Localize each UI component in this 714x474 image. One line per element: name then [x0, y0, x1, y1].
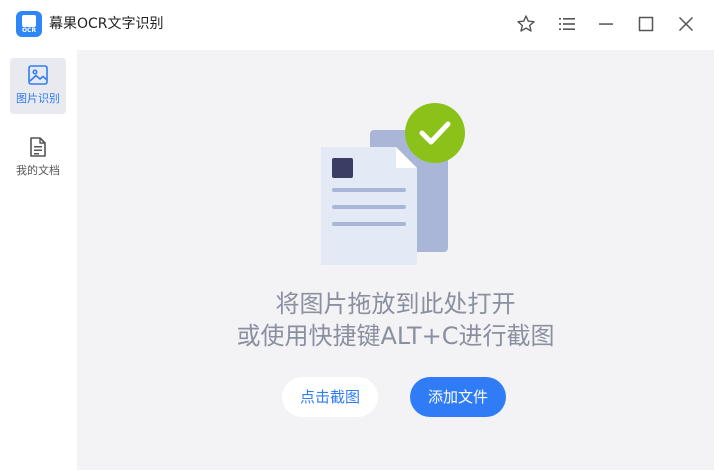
add-file-button[interactable]: 添加文件 [410, 377, 506, 417]
close-button[interactable] [674, 12, 698, 36]
capture-button[interactable]: 点击截图 [282, 377, 378, 417]
maximize-button[interactable] [634, 12, 658, 36]
sidebar-item-my-documents[interactable]: 我的文档 [10, 130, 66, 186]
window-bottom-edge [0, 470, 714, 474]
star-icon [517, 15, 535, 32]
favorite-button[interactable] [514, 12, 538, 36]
menu-button[interactable] [555, 12, 579, 36]
minimize-button[interactable] [594, 12, 618, 36]
app-logo-text: OCR [21, 27, 37, 34]
close-icon [678, 16, 694, 32]
maximize-icon [638, 16, 654, 32]
sidebar-item-image-recognition[interactable]: 图片识别 [10, 58, 66, 114]
sidebar-item-label: 图片识别 [16, 92, 60, 105]
drop-hint-line2: 或使用快捷键ALT+C进行截图 [236, 322, 555, 350]
document-check-icon [321, 103, 465, 265]
app-logo-icon: OCR [16, 11, 42, 37]
sidebar: 图片识别 我的文档 [0, 50, 77, 474]
drop-hint-line1: 将图片拖放到此处打开 [275, 290, 516, 318]
minimize-icon [599, 23, 613, 25]
title-bar: OCR 幕果OCR文字识别 [0, 0, 714, 50]
drop-zone[interactable]: 将图片拖放到此处打开 或使用快捷键ALT+C进行截图 点击截图 添加文件 [77, 50, 714, 470]
app-title: 幕果OCR文字识别 [49, 16, 164, 32]
image-icon [28, 65, 48, 85]
document-icon [30, 137, 46, 157]
menu-icon [559, 18, 575, 30]
sidebar-item-label: 我的文档 [16, 164, 60, 177]
